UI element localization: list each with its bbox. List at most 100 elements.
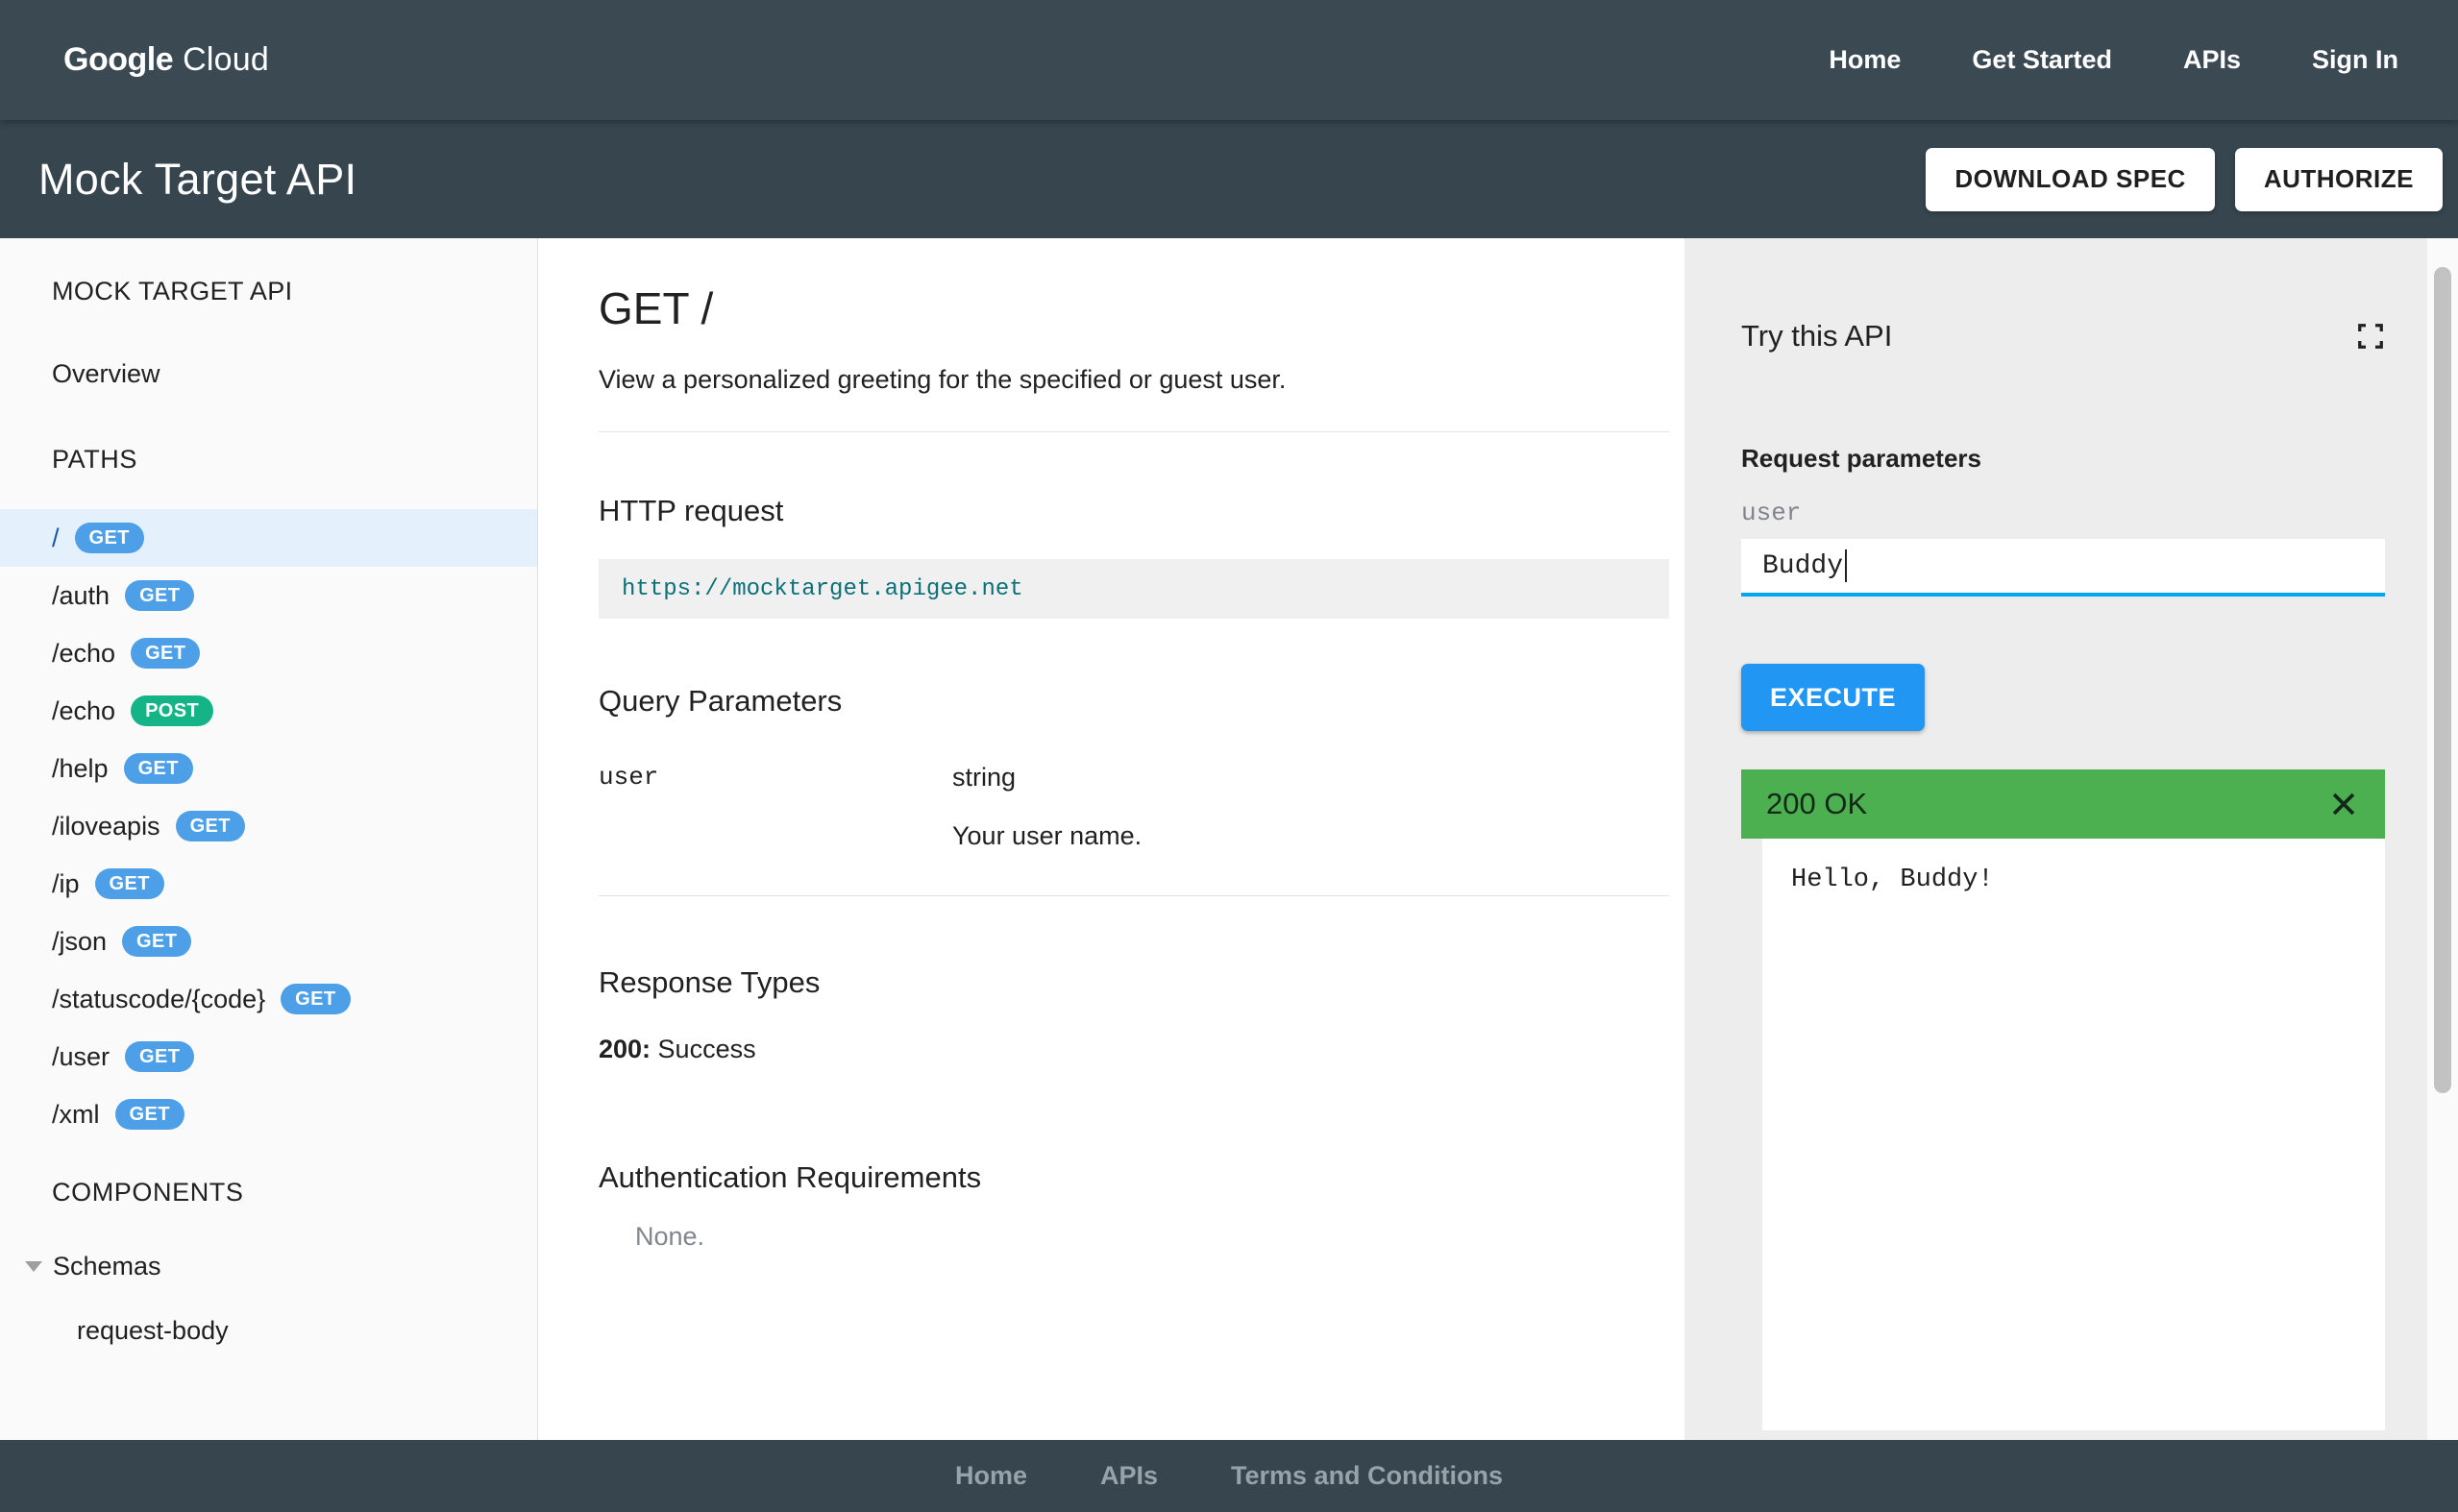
page-body: MOCK TARGET API Overview PATHS / GET /au… [0, 238, 2458, 1440]
logo-cloud-word: Cloud [183, 41, 269, 78]
sidebar-item-schemas[interactable]: Schemas [25, 1252, 537, 1281]
path-label: /auth [52, 580, 111, 610]
divider [599, 895, 1669, 896]
query-parameters-heading: Query Parameters [599, 684, 843, 718]
text-cursor [1845, 549, 1848, 582]
path-label: /help [52, 753, 109, 783]
sidebar-item-user-get[interactable]: /user GET [0, 1028, 537, 1085]
close-response-button[interactable] [2327, 788, 2360, 820]
sidebar-item-overview[interactable]: Overview [0, 359, 537, 389]
method-badge-get: GET [94, 868, 164, 899]
response-body: Hello, Buddy! [1762, 839, 2385, 1430]
response-body-text: Hello, Buddy! [1791, 866, 1994, 894]
sidebar-paths-heading: PATHS [52, 445, 138, 474]
http-request-url: https://mocktarget.apigee.net [622, 575, 1023, 602]
method-badge-get: GET [114, 1099, 184, 1130]
method-badge-get: GET [175, 811, 245, 841]
sidebar-item-echo-get[interactable]: /echo GET [0, 624, 537, 682]
sidebar-item-root-get[interactable]: / GET [0, 509, 537, 567]
sidebar-item-auth-get[interactable]: /auth GET [0, 567, 537, 624]
path-label: /json [52, 926, 108, 956]
top-nav-links: Home Get Started APIs Sign In [1829, 45, 2398, 75]
sidebar-item-statuscode-get[interactable]: /statuscode/{code} GET [0, 970, 537, 1028]
path-label: /echo [52, 695, 116, 725]
sidebar-item-ip-get[interactable]: /ip GET [0, 855, 537, 913]
response-status-bar: 200 OK [1741, 769, 2385, 839]
sidebar-paths-list: / GET /auth GET /echo GET /echo POST /he… [0, 509, 537, 1143]
method-badge-get: GET [281, 984, 351, 1014]
api-title: Mock Target API [38, 154, 357, 204]
footer: Home APIs Terms and Conditions [0, 1440, 2458, 1512]
sidebar-api-title: MOCK TARGET API [52, 277, 293, 305]
user-input[interactable]: Buddy [1741, 539, 2385, 597]
chevron-down-icon [25, 1261, 42, 1272]
google-cloud-logo[interactable]: Google Cloud [63, 41, 269, 79]
nav-link-home[interactable]: Home [1829, 45, 1901, 75]
sidebar-components-heading: COMPONENTS [52, 1178, 244, 1207]
method-badge-get: GET [123, 753, 193, 784]
param-type: string [952, 763, 1017, 792]
scrollbar-track[interactable] [2427, 238, 2458, 1440]
path-label: /xml [52, 1099, 100, 1129]
response-status-text: 200 OK [1766, 787, 1868, 820]
sidebar: MOCK TARGET API Overview PATHS / GET /au… [0, 238, 538, 1440]
sidebar-item-help-get[interactable]: /help GET [0, 740, 537, 797]
path-label: / [52, 523, 60, 552]
sidebar-item-iloveapis-get[interactable]: /iloveapis GET [0, 797, 537, 855]
path-label: /echo [52, 638, 116, 668]
try-this-api-panel: Try this API Request parameters user Bud… [1684, 238, 2427, 1440]
method-badge-get: GET [122, 926, 192, 957]
execute-button[interactable]: EXECUTE [1741, 664, 1926, 731]
try-api-title: Try this API [1741, 319, 1893, 353]
user-field-label: user [1741, 499, 1802, 527]
method-badge-get: GET [131, 638, 201, 669]
sidebar-item-xml-get[interactable]: /xml GET [0, 1085, 537, 1143]
nav-link-sign-in[interactable]: Sign In [2312, 45, 2398, 75]
response-block: 200 OK Hello, Buddy! [1741, 769, 2385, 1430]
path-label: /ip [52, 868, 80, 898]
sidebar-item-request-body[interactable]: request-body [77, 1316, 537, 1346]
footer-link-apis[interactable]: APIs [1100, 1461, 1158, 1491]
request-parameters-label: Request parameters [1741, 444, 1981, 473]
scrollbar-thumb[interactable] [2434, 267, 2451, 1093]
method-badge-get: GET [125, 580, 195, 611]
sidebar-item-echo-post[interactable]: /echo POST [0, 682, 537, 740]
sidebar-item-json-get[interactable]: /json GET [0, 913, 537, 970]
top-navbar: Google Cloud Home Get Started APIs Sign … [0, 0, 2458, 120]
param-name: user [599, 763, 659, 792]
footer-link-terms[interactable]: Terms and Conditions [1231, 1461, 1503, 1491]
fullscreen-button[interactable] [2356, 322, 2385, 351]
response-code: 200: [599, 1035, 651, 1063]
method-badge-get: GET [74, 523, 144, 553]
http-request-heading: HTTP request [599, 494, 784, 527]
response-type-item: 200: Success [599, 1035, 1669, 1064]
api-banner: Mock Target API DOWNLOAD SPEC AUTHORIZE [0, 120, 2458, 238]
method-badge-post: POST [131, 695, 214, 726]
fullscreen-icon [2358, 324, 2383, 349]
main-content: GET / View a personalized greeting for t… [538, 238, 1684, 1440]
download-spec-button[interactable]: DOWNLOAD SPEC [1926, 147, 2215, 211]
response-types-heading: Response Types [599, 965, 821, 999]
authorize-button[interactable]: AUTHORIZE [2234, 147, 2443, 211]
path-label: /iloveapis [52, 811, 160, 841]
response-label: Success [651, 1035, 756, 1063]
operation-description: View a personalized greeting for the spe… [599, 365, 1287, 394]
logo-google-word: Google [63, 41, 174, 78]
schemas-label: Schemas [53, 1252, 161, 1280]
nav-link-apis[interactable]: APIs [2183, 45, 2241, 75]
nav-link-get-started[interactable]: Get Started [1972, 45, 2112, 75]
banner-actions: DOWNLOAD SPEC AUTHORIZE [1926, 147, 2443, 211]
auth-requirements-value: None. [635, 1222, 705, 1251]
close-icon [2332, 793, 2355, 816]
divider [599, 431, 1669, 432]
footer-link-home[interactable]: Home [955, 1461, 1027, 1491]
operation-title: GET / [599, 283, 714, 333]
query-parameter-row: user string Your user name. [599, 763, 1669, 851]
path-label: /statuscode/{code} [52, 984, 266, 1013]
auth-requirements-heading: Authentication Requirements [599, 1160, 982, 1194]
method-badge-get: GET [125, 1041, 195, 1072]
http-request-code-box: https://mocktarget.apigee.net [599, 559, 1669, 619]
path-label: /user [52, 1041, 111, 1071]
user-input-value: Buddy [1762, 550, 1844, 581]
param-description: Your user name. [952, 821, 1143, 850]
